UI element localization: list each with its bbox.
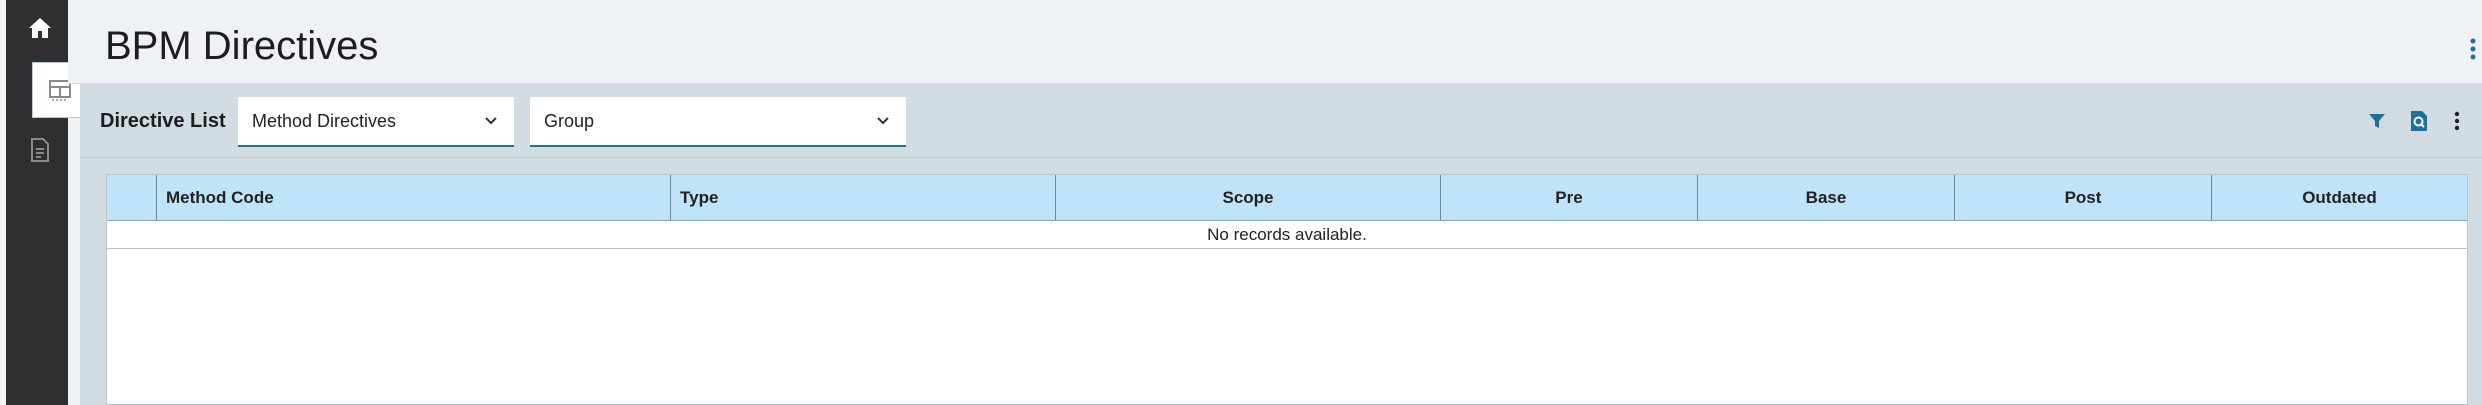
column-header-outdated[interactable]: Outdated [2212, 175, 2467, 220]
page-title: BPM Directives [105, 24, 379, 68]
column-header-post[interactable]: Post [1955, 175, 2212, 220]
document-icon [31, 138, 49, 162]
column-header-pre[interactable]: Pre [1441, 175, 1698, 220]
panel-more-button[interactable] [2444, 108, 2470, 134]
group-select-value: Group [544, 110, 595, 131]
page-more-button[interactable] [2464, 34, 2482, 64]
directive-list-panel: Directive List Method Directives Group M… [80, 84, 2482, 405]
filter-button[interactable] [2364, 108, 2390, 134]
column-header-scope[interactable]: Scope [1056, 175, 1441, 220]
group-select[interactable]: Group [530, 97, 906, 147]
directive-type-value: Method Directives [252, 110, 397, 131]
grid-header: Method Code Type Scope Pre Base Post Out… [107, 175, 2467, 221]
empty-message: No records available. [107, 221, 2467, 249]
filter-icon [2369, 114, 2385, 128]
panel-title: Directive List [100, 110, 226, 132]
search-button[interactable] [2406, 108, 2432, 134]
kebab-menu-icon [2470, 38, 2476, 60]
directives-grid: Method Code Type Scope Pre Base Post Out… [106, 174, 2468, 405]
document-search-icon [2411, 111, 2427, 131]
home-button[interactable] [12, 0, 68, 56]
page-header: BPM Directives [68, 0, 2482, 84]
column-header-select[interactable] [107, 175, 157, 220]
document-button[interactable] [12, 122, 68, 178]
side-rail [0, 0, 88, 405]
kebab-menu-icon [2454, 111, 2460, 131]
directive-type-select[interactable]: Method Directives [238, 97, 514, 147]
home-icon [29, 18, 51, 38]
column-header-type[interactable]: Type [671, 175, 1056, 220]
chevron-down-icon [877, 117, 889, 125]
chevron-down-icon [485, 117, 497, 125]
panel-toolbar: Directive List Method Directives Group [80, 84, 2482, 158]
column-header-base[interactable]: Base [1698, 175, 1955, 220]
column-header-method-code[interactable]: Method Code [157, 175, 671, 220]
